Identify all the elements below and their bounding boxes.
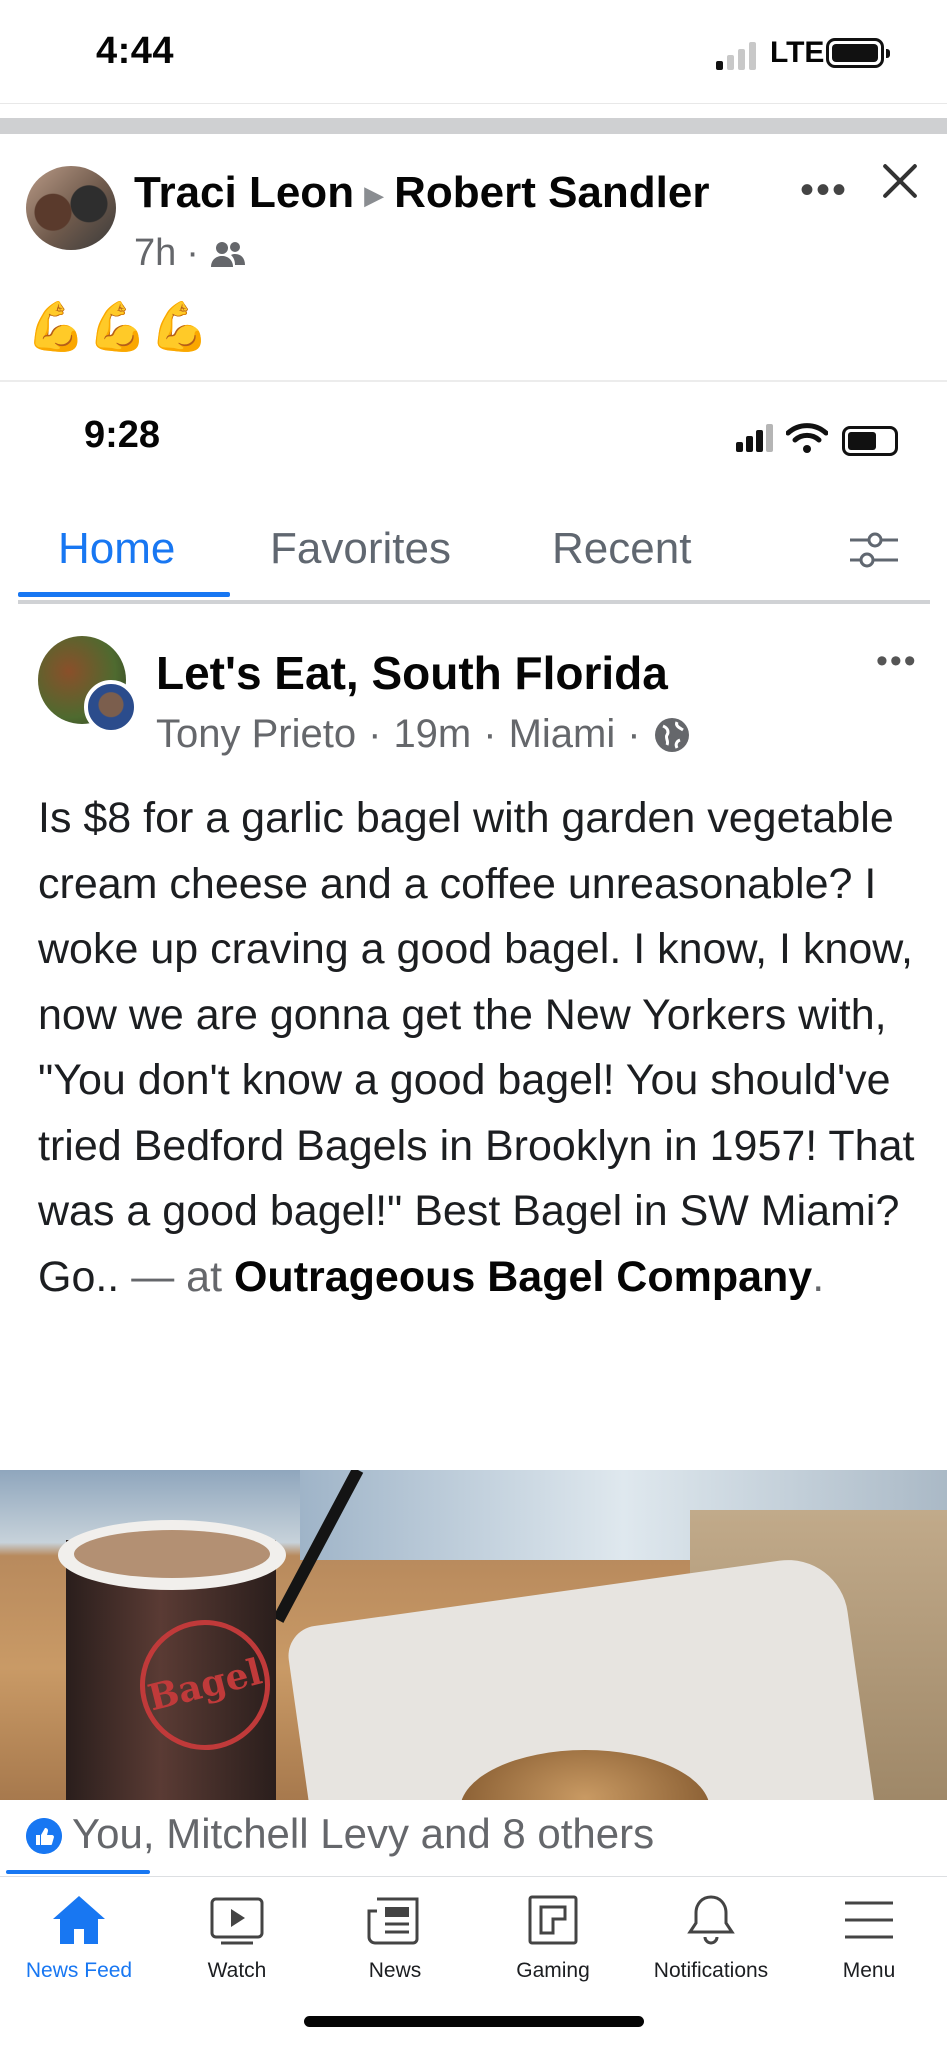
author-avatar[interactable] [26,166,116,250]
bell-icon [687,1895,735,1945]
watch-icon [210,1897,264,1945]
nav-notifications[interactable]: Notifications [632,1893,790,2003]
post-photo[interactable]: Bagel [0,1470,947,1800]
shared-feed-tabs: Home Favorites Recent [0,500,947,604]
network-type: LTE [770,36,825,69]
group-post-more-icon[interactable]: ••• [876,642,918,681]
signal-strength-icon [716,42,760,70]
close-icon[interactable] [880,160,920,200]
group-post-text: Is $8 for a garlic bagel with garden veg… [38,794,915,1301]
nav-menu[interactable]: Menu [790,1893,947,2003]
recipient-name[interactable]: Robert Sandler [394,168,709,217]
section-divider [0,118,947,134]
group-post-location[interactable]: Miami [509,712,616,757]
nav-label-watch: Watch [207,1959,267,1982]
battery-icon [826,38,890,68]
shared-signal-icon [736,424,776,452]
group-post-body: Is $8 for a garlic bagel with garden veg… [38,786,918,1310]
place-suffix: . [812,1252,825,1301]
poster-name[interactable]: Tony Prieto [156,712,356,757]
tab-home[interactable]: Home [58,524,175,574]
group-post-meta: Tony Prieto · 19m · Miami · [156,712,691,757]
active-tab-indicator [18,592,230,597]
nav-label-notifications: Notifications [653,1959,769,1982]
status-bar: 4:44 LTE [0,0,947,104]
group-post-time[interactable]: 19m [393,712,471,757]
post-time[interactable]: 7h [134,232,176,275]
nav-label-news: News [368,1959,422,1982]
like-icon [26,1818,62,1854]
reaction-others[interactable]: Mitchell Levy and 8 others [155,1810,654,1857]
shared-status-time: 9:28 [84,414,161,456]
photo-coffee [74,1530,270,1578]
home-indicator[interactable] [304,2016,644,2027]
group-name[interactable]: Let's Eat, South Florida [156,646,668,700]
nav-label-gaming: Gaming [516,1959,590,1982]
post-title: Traci Leon ▶ Robert Sandler [134,168,709,218]
nav-label-news-feed: News Feed [25,1959,133,1982]
nav-news[interactable]: News [316,1893,474,2003]
shared-battery-icon [842,426,898,456]
divider [0,380,947,382]
place-link[interactable]: Outrageous Bagel Company [234,1253,812,1301]
menu-icon [845,1901,893,1939]
post-meta: 7h · [134,232,247,275]
nav-label-menu: Menu [842,1959,896,1982]
share-arrow-icon: ▶ [364,179,385,210]
filter-icon[interactable] [848,530,900,570]
wifi-icon [786,423,828,453]
tab-favorites[interactable]: Favorites [270,524,451,574]
news-icon [367,1897,419,1945]
reactions-summary[interactable]: You, Mitchell Levy and 8 others [0,1808,947,1874]
nav-watch[interactable]: Watch [158,1893,316,2003]
post-text: 💪💪💪 [26,301,212,354]
reaction-you[interactable]: You, [72,1810,155,1857]
home-icon [53,1896,105,1944]
tab-recent[interactable]: Recent [552,524,691,574]
poster-avatar[interactable] [84,680,138,734]
globe-icon [654,717,689,752]
nav-news-feed[interactable]: News Feed [0,1893,158,2003]
tabs-baseline [18,600,930,604]
friends-icon [210,241,245,267]
gaming-icon [528,1895,578,1945]
nav-gaming[interactable]: Gaming [474,1893,632,2003]
reactions-indicator [6,1870,150,1874]
author-name[interactable]: Traci Leon [134,168,354,217]
status-time: 4:44 [96,30,175,72]
more-options-icon[interactable]: ••• [800,168,848,213]
at-connector: — at [131,1252,223,1301]
